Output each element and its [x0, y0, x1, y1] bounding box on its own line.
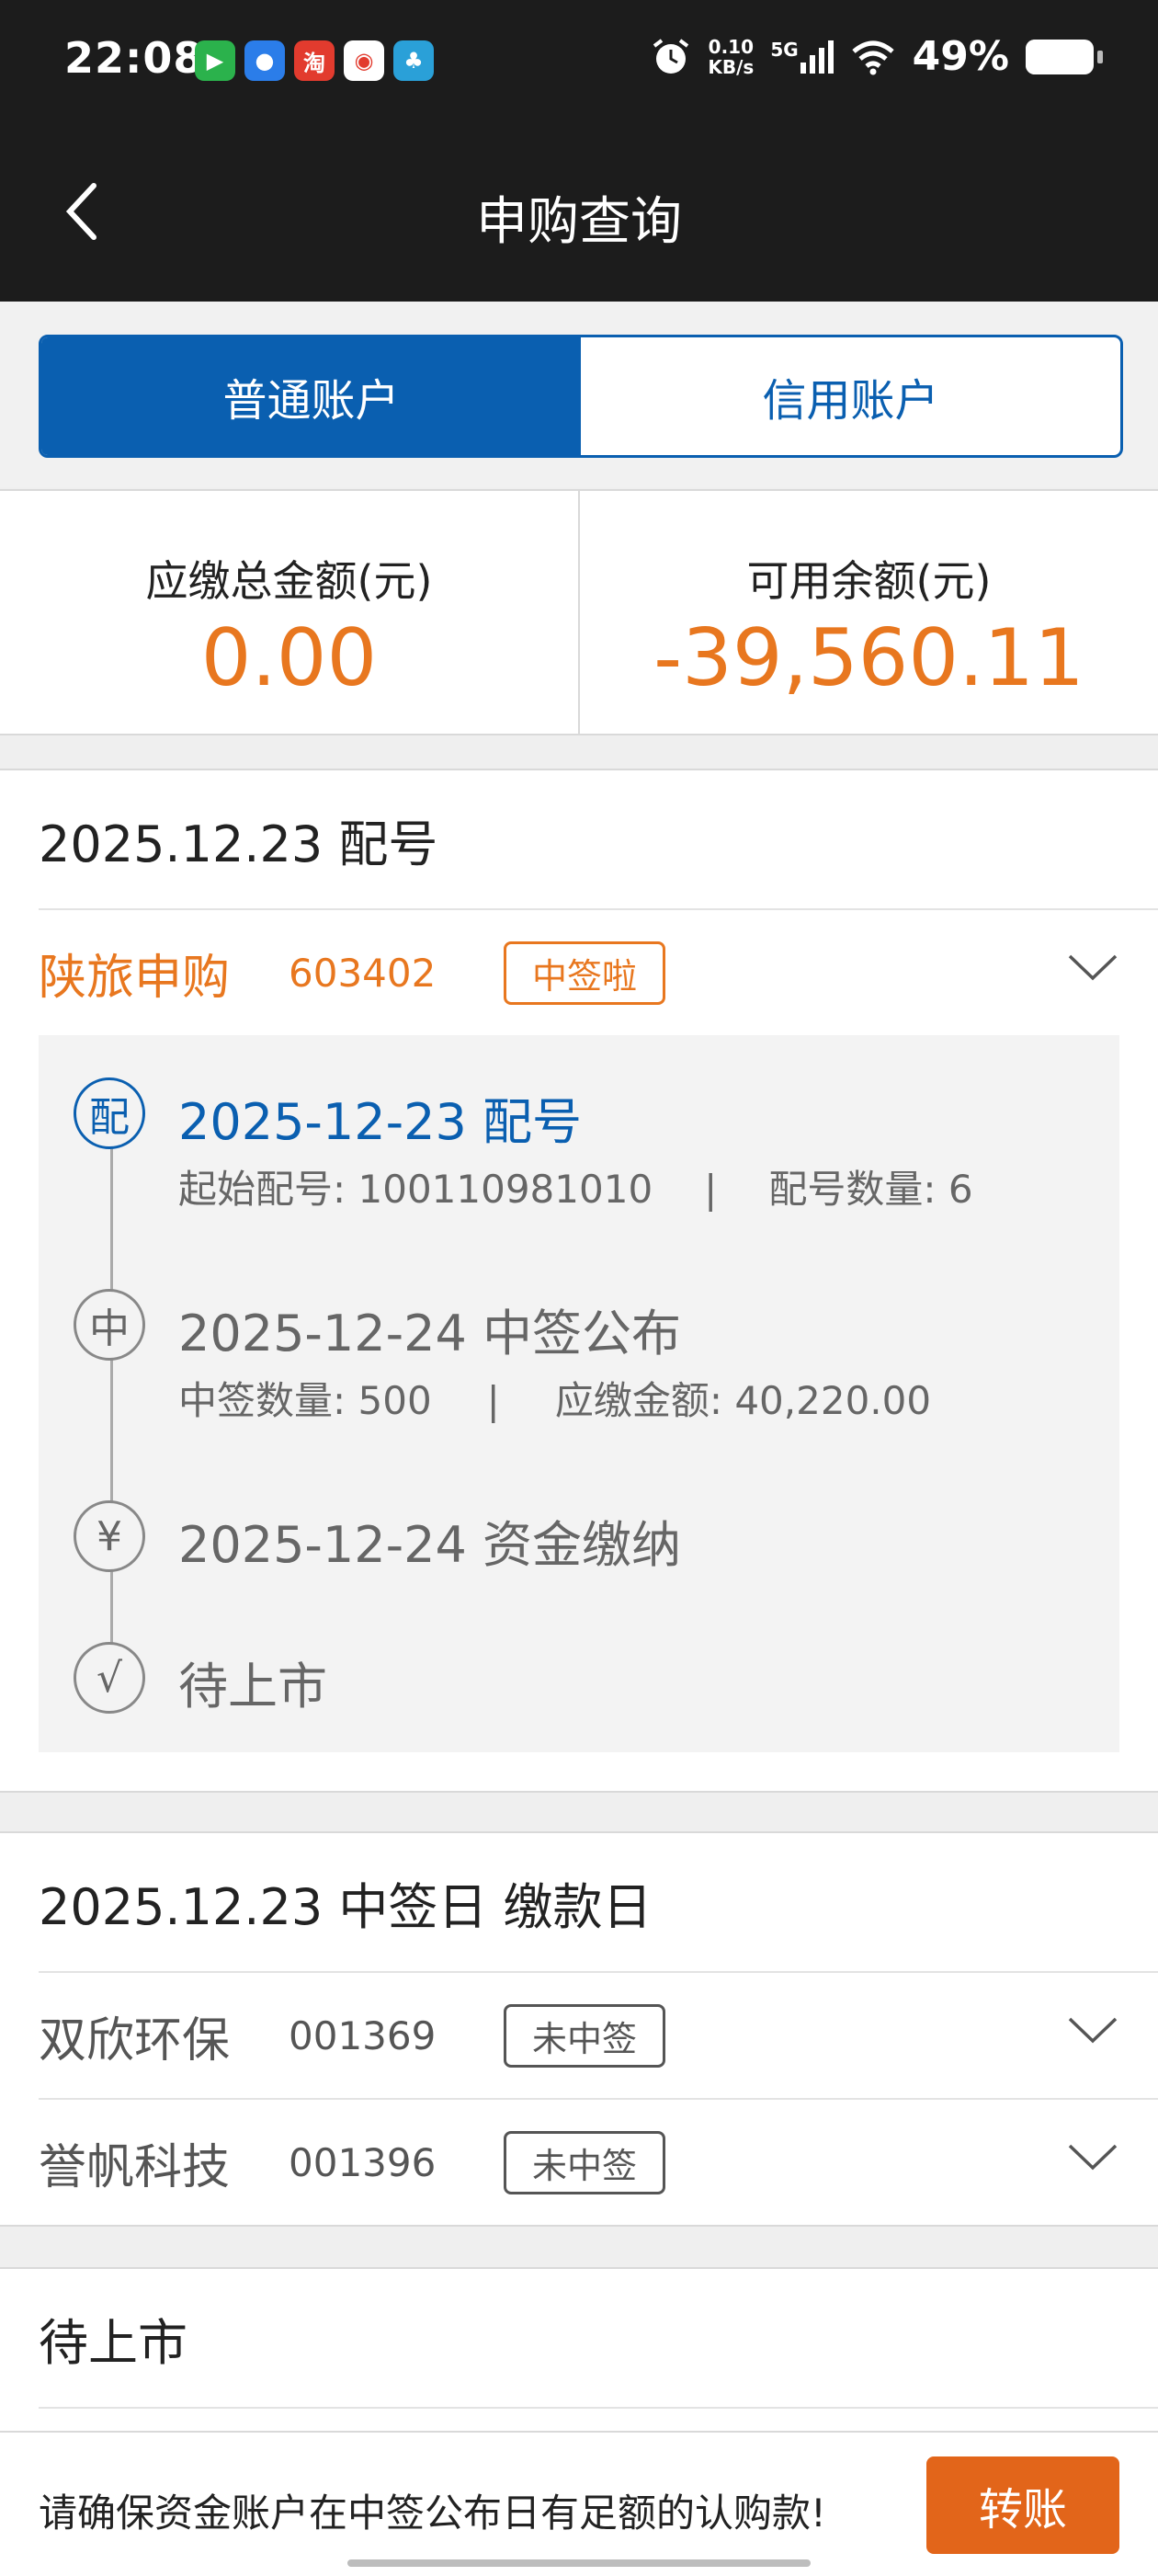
status-time: 22:08 [64, 33, 204, 83]
section-title: 2025.12.23 配号 [39, 770, 1158, 910]
due-amount-value: 0.00 [200, 612, 378, 704]
stock-name: 双欣环保 [39, 2012, 231, 2069]
status-badge: 中签啦 [504, 940, 666, 1005]
app-notification-icon: ♣ [393, 40, 434, 81]
due-amount-block: 应缴总金额(元) 0.00 [0, 491, 578, 734]
allotment-icon: 配 [74, 1077, 145, 1149]
step-title: 2025-12-24 资金缴纳 [178, 1516, 681, 1574]
step-title: 待上市 [178, 1658, 327, 1715]
step-detail: 中签数量: 500 | 应缴金额: 40,220.00 [178, 1378, 932, 1423]
transfer-button[interactable]: 转账 [926, 2456, 1119, 2554]
tab-normal-account[interactable]: 普通账户 [41, 337, 581, 455]
app-notification-icon: ▶ [195, 40, 235, 81]
battery-icon [1026, 39, 1103, 74]
balance-summary: 应缴总金额(元) 0.00 可用余额(元) -39,560.11 [0, 489, 1158, 735]
status-icons: 0.10 KB/s 5G 49% [651, 33, 1103, 80]
stock-row[interactable]: 双欣环保 001369 未中签 [39, 1973, 1158, 2100]
section-title: 2025.12.23 中签日 缴款日 [39, 1833, 1158, 1973]
notification-app-icons: ▶ ● 淘 ◉ ♣ [195, 40, 434, 81]
yuan-icon: ¥ [74, 1500, 145, 1572]
stock-name: 陕旅申购 [39, 950, 231, 1006]
checkmark-icon: √ [74, 1642, 145, 1714]
fund-notice: 请确保资金账户在中签公布日有足额的认购款! [39, 2491, 826, 2536]
chevron-down-icon[interactable] [1068, 2015, 1118, 2046]
step-detail: 起始配号: 100110981010 | 配号数量: 6 [178, 1167, 973, 1212]
available-balance-block: 可用余额(元) -39,560.11 [578, 491, 1158, 734]
stock-row[interactable]: 陕旅申购 603402 中签啦 [39, 910, 1158, 1035]
app-notification-icon: 淘 [294, 40, 335, 81]
available-balance-value: -39,560.11 [653, 612, 1084, 704]
page-title: 申购查询 [476, 192, 682, 252]
available-balance-label: 可用余额(元) [746, 556, 992, 606]
account-tabs: 普通账户 信用账户 [39, 335, 1123, 458]
stock-name: 誉帆科技 [39, 2139, 231, 2195]
tab-credit-account[interactable]: 信用账户 [581, 337, 1120, 455]
timeline-line [110, 1118, 113, 1697]
chevron-down-icon[interactable] [1068, 2142, 1118, 2173]
chevron-down-icon[interactable] [1068, 952, 1118, 984]
step-title: 2025-12-23 配号 [178, 1093, 582, 1151]
allotment-timeline: 配 2025-12-23 配号 起始配号: 100110981010 | 配号数量:… [39, 1035, 1119, 1752]
app-notification-icon: ● [244, 40, 285, 81]
home-indicator[interactable] [347, 2559, 811, 2567]
winning-icon: 中 [74, 1289, 145, 1361]
cellular-signal-icon: 5G [770, 39, 834, 74]
winning-payment-section: 2025.12.23 中签日 缴款日 双欣环保 001369 未中签 誉帆科技 … [0, 1831, 1158, 2227]
status-badge: 未中签 [504, 2130, 666, 2194]
step-title: 2025-12-24 中签公布 [178, 1305, 681, 1362]
wifi-icon [852, 40, 894, 74]
pending-listing-section: 待上市 [0, 2267, 1158, 2433]
status-badge: 未中签 [504, 2003, 666, 2068]
battery-percent: 49% [912, 33, 1009, 80]
bottom-bar: 请确保资金账户在中签公布日有足额的认购款! 转账 [0, 2431, 1158, 2576]
stock-code: 001396 [289, 2139, 437, 2185]
stock-row[interactable]: 誉帆科技 001396 未中签 [39, 2100, 1158, 2225]
due-amount-label: 应缴总金额(元) [145, 556, 433, 606]
status-bar: 22:08 ▶ ● 淘 ◉ ♣ 0.10 KB/s 5G 49% [0, 0, 1158, 129]
alarm-icon [653, 38, 689, 74]
app-header: 22:08 ▶ ● 淘 ◉ ♣ 0.10 KB/s 5G 49% 申购查询 [0, 0, 1158, 302]
section-title: 待上市 [39, 2269, 1158, 2409]
allotment-section: 2025.12.23 配号 陕旅申购 603402 中签啦 配 2025-12-… [0, 769, 1158, 1793]
stock-code: 603402 [289, 950, 437, 996]
account-tabs-area: 普通账户 信用账户 [0, 302, 1158, 487]
stock-code: 001369 [289, 2012, 437, 2058]
app-notification-icon: ◉ [344, 40, 384, 81]
net-speed: 0.10 KB/s [708, 35, 755, 78]
